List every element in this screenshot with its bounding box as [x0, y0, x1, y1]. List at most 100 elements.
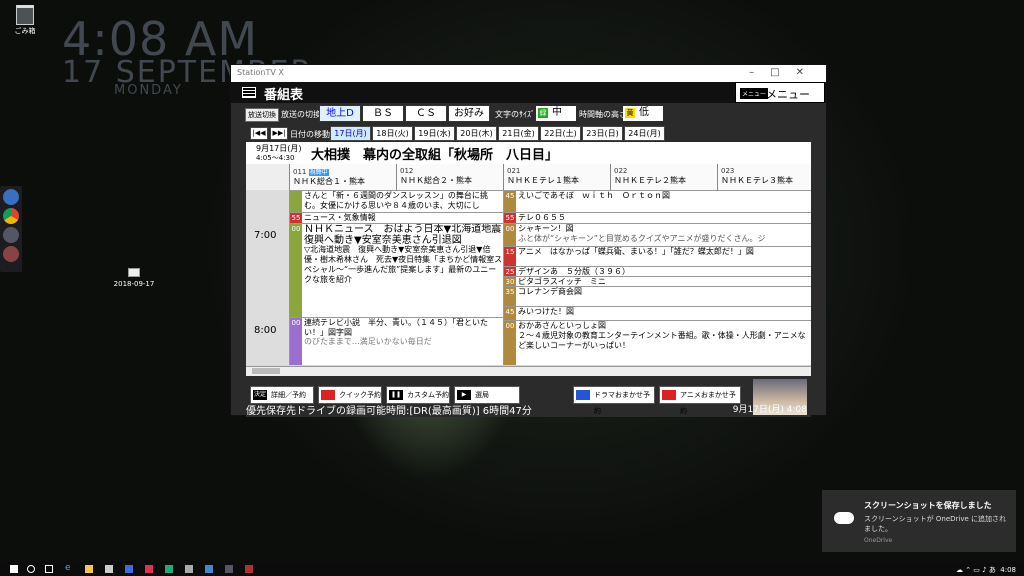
app-icon[interactable]: [3, 227, 19, 243]
tab-terrestrial[interactable]: 地上D: [319, 105, 361, 122]
switch-key[interactable]: 放送切換: [245, 108, 279, 122]
channel-011-schedule: さんと「新・６週間のダンスレッスン」の舞台に挑む。女優にかける思いや８４歳のいま…: [289, 190, 503, 365]
app-icon[interactable]: [225, 565, 233, 573]
program-text: ２〜４歳児対象の教育エンターテインメント番組。歌・体操・人形劇・アニメなど楽しい…: [518, 331, 806, 350]
program-slot[interactable]: 30 ピタゴラスイッチ ミニ: [504, 276, 811, 286]
program-slot[interactable]: 00 おかあさんといっしょ図: [504, 320, 811, 331]
program-slot[interactable]: 00 連続テレビ小説 半分、青い。（１４５）「君といたい！」図字図: [290, 317, 503, 337]
next-day-button[interactable]: ▶▶|: [270, 127, 288, 140]
program-slot[interactable]: 55 テレ０６５５: [504, 212, 811, 223]
green-key-icon: 緑: [538, 108, 548, 118]
app-icon[interactable]: [245, 565, 253, 573]
program-slot[interactable]: 00 シャキーン！図: [504, 223, 811, 234]
time-label: 7:00: [254, 230, 277, 241]
day-tab[interactable]: 17日(月): [330, 126, 371, 141]
taskbar-clock[interactable]: 4:08: [1000, 566, 1016, 574]
edge-icon[interactable]: e: [65, 563, 73, 573]
app-icon[interactable]: [205, 565, 213, 573]
channel-name: ＮＨＫ総合２・熊本: [400, 176, 472, 185]
menu-button[interactable]: メニュー メニュー: [735, 82, 825, 103]
guide-icon: [242, 87, 256, 98]
program-slot[interactable]: 25 デザインあ ５分版（３９６）: [504, 266, 811, 276]
mail-icon[interactable]: [125, 565, 133, 573]
switch-label: 放送の切換: [281, 110, 321, 119]
channel-011[interactable]: 011 視聴中 ＮＨＫ総合１・熊本: [289, 164, 396, 190]
side-dock: [0, 186, 22, 272]
store-icon[interactable]: [105, 565, 113, 573]
horizontal-scrollbar[interactable]: [246, 366, 811, 376]
program-minute: 00: [504, 224, 516, 234]
program-minute: 55: [290, 213, 302, 223]
channel-012[interactable]: 012 ＮＨＫ総合２・熊本: [396, 164, 503, 190]
image-file-icon: [128, 268, 140, 277]
program-slot[interactable]: 45 えいごであそぼ ｗｉｔｈ Ｏｒｔｏｎ図: [504, 190, 811, 212]
prev-day-button[interactable]: |◀◀: [250, 127, 268, 140]
text-size-select[interactable]: 緑 中: [536, 106, 576, 121]
program-description: ２〜４歳児対象の教育エンターテインメント番組。歌・体操・人形劇・アニメなど楽しい…: [504, 331, 811, 365]
day-tab[interactable]: 22日(土): [540, 126, 581, 141]
window-titlebar[interactable]: StationTV X –□✕: [231, 65, 826, 82]
play-icon: ▶: [457, 390, 471, 400]
channel-022[interactable]: 022 ＮＨＫＥテレ２熊本: [610, 164, 717, 190]
action-label: 詳細／予約: [271, 391, 306, 399]
app-icon[interactable]: [3, 246, 19, 262]
day-tab[interactable]: 20日(木): [456, 126, 497, 141]
toast-app-name: OneDrive: [864, 537, 893, 544]
recycle-bin-label: ごみ箱: [14, 27, 36, 35]
channel-021[interactable]: 021 ＮＨＫＥテレ１熊本: [503, 164, 610, 190]
window-controls[interactable]: –□✕: [749, 67, 820, 78]
day-tab[interactable]: 18日(火): [372, 126, 413, 141]
program-text: ＮＨＫニュース おはよう日本▼北海道地震 復興へ動き▼安室奈美恵さん引退図: [304, 224, 503, 245]
screenshot-file-icon[interactable]: 2018-09-17: [112, 268, 156, 288]
channel-name: ＮＨＫＥテレ２熊本: [614, 176, 686, 185]
program-minute: 00: [504, 321, 516, 331]
program-slot[interactable]: 15 アニメ はなかっぱ「蝶兵衛、まいる！」「誰だ？蝶太郎だ！」図: [504, 246, 811, 266]
yellow-key-icon: 黄: [625, 108, 635, 118]
axis-height-select[interactable]: 黄 低: [623, 106, 663, 121]
file-explorer-icon[interactable]: [85, 565, 93, 573]
recycle-bin-icon[interactable]: ごみ箱: [10, 5, 40, 36]
scrollbar-thumb[interactable]: [252, 368, 280, 374]
program-minute: 55: [504, 213, 516, 223]
app-icon[interactable]: [145, 565, 153, 573]
tab-favorites[interactable]: お好み: [448, 105, 490, 122]
notification-toast[interactable]: スクリーンショットを保存しました スクリーンショットが OneDrive に追加…: [822, 490, 1016, 552]
app-icon[interactable]: [3, 189, 19, 205]
program-minute: 25: [504, 267, 516, 276]
trash-icon: [16, 5, 34, 25]
app-icon[interactable]: [185, 565, 193, 573]
channel-023[interactable]: 023 ＮＨＫＥテレ３熊本: [717, 164, 811, 190]
date-move-label: 日付の移動: [290, 130, 330, 139]
system-tray[interactable]: ☁ ⌃ ▭ ♪ あ 4:08: [956, 565, 1016, 575]
tab-bs[interactable]: ＢＳ: [362, 105, 404, 122]
time-label: 8:00: [254, 325, 277, 336]
program-text: えいごであそぼ ｗｉｔｈ Ｏｒｔｏｎ図: [518, 191, 670, 200]
program-description: ふと体が“シャキーン”と目覚めるクイズやアニメが盛りだくさん。ジ: [504, 234, 811, 246]
program-slot[interactable]: 35 コレナンデ商会図: [504, 286, 811, 306]
channel-header: 011 視聴中 ＮＨＫ総合１・熊本 012 ＮＨＫ総合２・熊本 021 ＮＨＫＥ…: [246, 164, 811, 190]
program-slot[interactable]: 55 ニュース・気象情報: [290, 212, 503, 223]
task-view-icon[interactable]: [45, 565, 53, 573]
day-tab[interactable]: 21日(金): [498, 126, 539, 141]
program-text: 連続テレビ小説 半分、青い。（１４５）「君といたい！」図字図: [304, 318, 488, 337]
axis-height-label: 時間軸の高さ: [579, 110, 627, 119]
start-windows-icon[interactable]: [10, 565, 18, 573]
app-icon[interactable]: [165, 565, 173, 573]
program-time: 4:05～4:30: [256, 154, 295, 162]
chrome-icon[interactable]: [3, 208, 19, 224]
program-guide: |◀◀ ▶▶| 日付の移動 17日(月) 18日(火) 19日(水) 20日(木…: [246, 125, 811, 417]
tab-cs[interactable]: ＣＳ: [405, 105, 447, 122]
day-tab[interactable]: 23日(日): [582, 126, 623, 141]
program-slot[interactable]: さんと「新・６週間のダンスレッスン」の舞台に挑む。女優にかける思いや８４歳のいま…: [290, 190, 503, 212]
channel-number: 023: [721, 167, 735, 175]
toast-body: スクリーンショットが OneDrive に追加されました。: [864, 515, 1007, 533]
program-slot[interactable]: 00 ＮＨＫニュース おはよう日本▼北海道地震 復興へ動き▼安室奈美恵さん引退図: [290, 223, 503, 245]
program-text: ピタゴラスイッチ ミニ: [518, 277, 606, 286]
program-text: さんと「新・６週間のダンスレッスン」の舞台に挑む。女優にかける思いや８４歳のいま…: [304, 191, 488, 210]
day-tab[interactable]: 24日(月): [624, 126, 665, 141]
day-tab[interactable]: 19日(水): [414, 126, 455, 141]
search-icon[interactable]: [27, 565, 35, 573]
text-size-label: 文字のｻｲｽﾞ: [495, 110, 535, 119]
program-slot[interactable]: 45 みいつけた！図: [504, 306, 811, 320]
screenshot-file-label: 2018-09-17: [113, 280, 155, 288]
